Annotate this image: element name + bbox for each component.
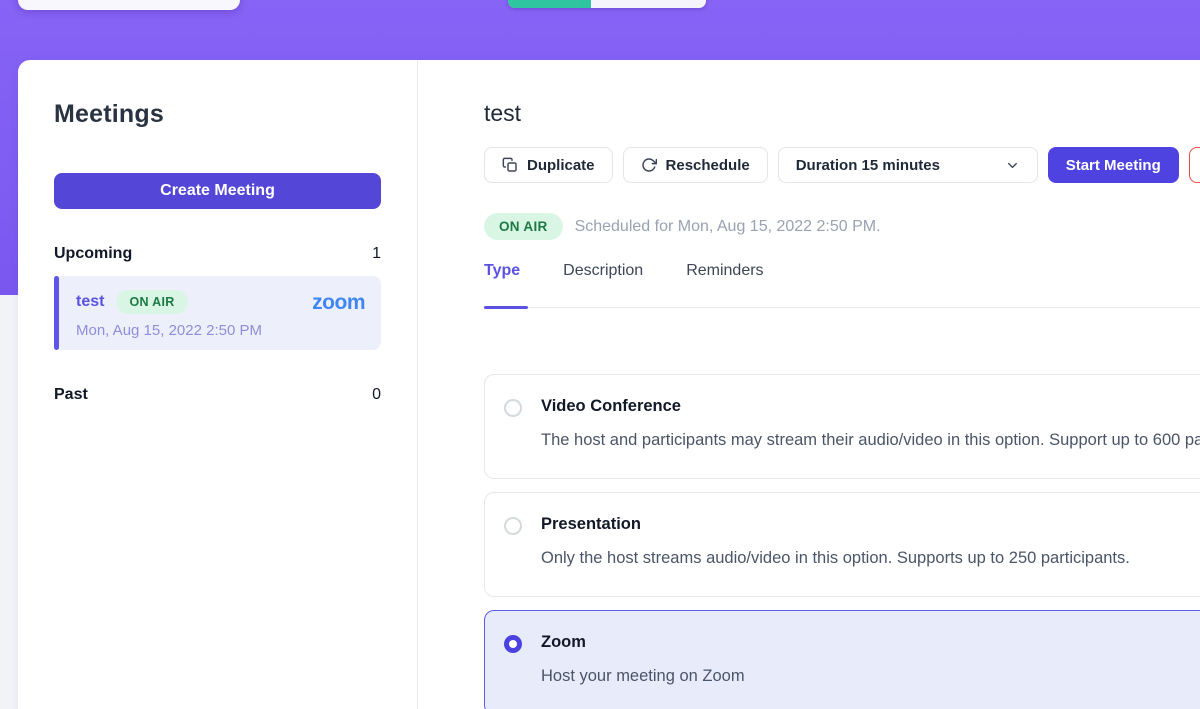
duration-value: Duration 15 minutes <box>796 157 940 174</box>
option-description: The host and participants may stream the… <box>541 426 1200 454</box>
sidebar-title: Meetings <box>54 100 398 129</box>
past-label: Past <box>54 386 88 404</box>
reschedule-button[interactable]: Reschedule <box>623 147 768 183</box>
upcoming-section-header[interactable]: Upcoming 1 <box>54 245 381 263</box>
radio-checked-icon[interactable] <box>504 635 522 653</box>
meeting-item-datetime: Mon, Aug 15, 2022 2:50 PM <box>76 322 365 339</box>
chevron-down-icon <box>1005 158 1020 173</box>
option-title: Zoom <box>541 633 1200 652</box>
radio-unchecked-icon[interactable] <box>504 399 522 417</box>
create-meeting-button[interactable]: Create Meeting <box>54 173 381 209</box>
duplicate-button[interactable]: Duplicate <box>484 147 613 183</box>
tab-reminders[interactable]: Reminders <box>686 262 763 307</box>
page-title: test <box>484 100 1200 127</box>
start-meeting-button[interactable]: Start Meeting <box>1048 147 1179 183</box>
past-section-header[interactable]: Past 0 <box>54 386 381 404</box>
option-title: Video Conference <box>541 397 1200 416</box>
tab-type[interactable]: Type <box>484 262 520 307</box>
progress-fill <box>508 0 591 8</box>
on-air-status-badge: ON AIR <box>484 213 563 240</box>
option-title: Presentation <box>541 515 1200 534</box>
delete-meeting-button[interactable] <box>1189 147 1200 183</box>
meeting-item-accent <box>54 276 59 350</box>
option-description: Only the host streams audio/video in thi… <box>541 544 1200 572</box>
copy-icon <box>502 157 518 173</box>
meeting-type-options: Video Conference The host and participan… <box>484 374 1200 709</box>
upcoming-count: 1 <box>372 245 381 263</box>
duplicate-label: Duplicate <box>527 157 595 174</box>
upload-progress-bar <box>508 0 706 8</box>
status-row: ON AIR Scheduled for Mon, Aug 15, 2022 2… <box>484 213 1200 240</box>
duration-select[interactable]: Duration 15 minutes <box>778 147 1038 183</box>
tab-description[interactable]: Description <box>563 262 643 307</box>
content-card: Meetings Create Meeting Upcoming 1 test … <box>18 60 1200 709</box>
meeting-item-title: test <box>76 293 104 311</box>
top-toast <box>18 0 240 10</box>
tab-bar: Type Description Reminders <box>484 262 1200 308</box>
on-air-badge: ON AIR <box>116 290 187 314</box>
option-zoom[interactable]: Zoom Host your meeting on Zoom <box>484 610 1200 709</box>
option-presentation[interactable]: Presentation Only the host streams audio… <box>484 492 1200 597</box>
meeting-list-item[interactable]: test ON AIR zoom Mon, Aug 15, 2022 2:50 … <box>54 276 381 350</box>
reschedule-label: Reschedule <box>666 157 750 174</box>
scheduled-text: Scheduled for Mon, Aug 15, 2022 2:50 PM. <box>575 218 881 236</box>
past-count: 0 <box>372 386 381 404</box>
toolbar: Duplicate Reschedule Duration 15 minutes… <box>484 147 1200 183</box>
start-meeting-label: Start Meeting <box>1066 157 1161 174</box>
meeting-detail-pane: test Duplicate Reschedule Duration 15 mi… <box>418 60 1200 709</box>
active-tab-underline <box>484 306 528 309</box>
zoom-logo: zoom <box>312 292 365 313</box>
option-description: Host your meeting on Zoom <box>541 662 1200 690</box>
meetings-sidebar: Meetings Create Meeting Upcoming 1 test … <box>18 60 418 709</box>
refresh-icon <box>641 157 657 173</box>
option-video-conference[interactable]: Video Conference The host and participan… <box>484 374 1200 479</box>
radio-unchecked-icon[interactable] <box>504 517 522 535</box>
create-meeting-label: Create Meeting <box>160 182 275 200</box>
upcoming-label: Upcoming <box>54 245 132 263</box>
